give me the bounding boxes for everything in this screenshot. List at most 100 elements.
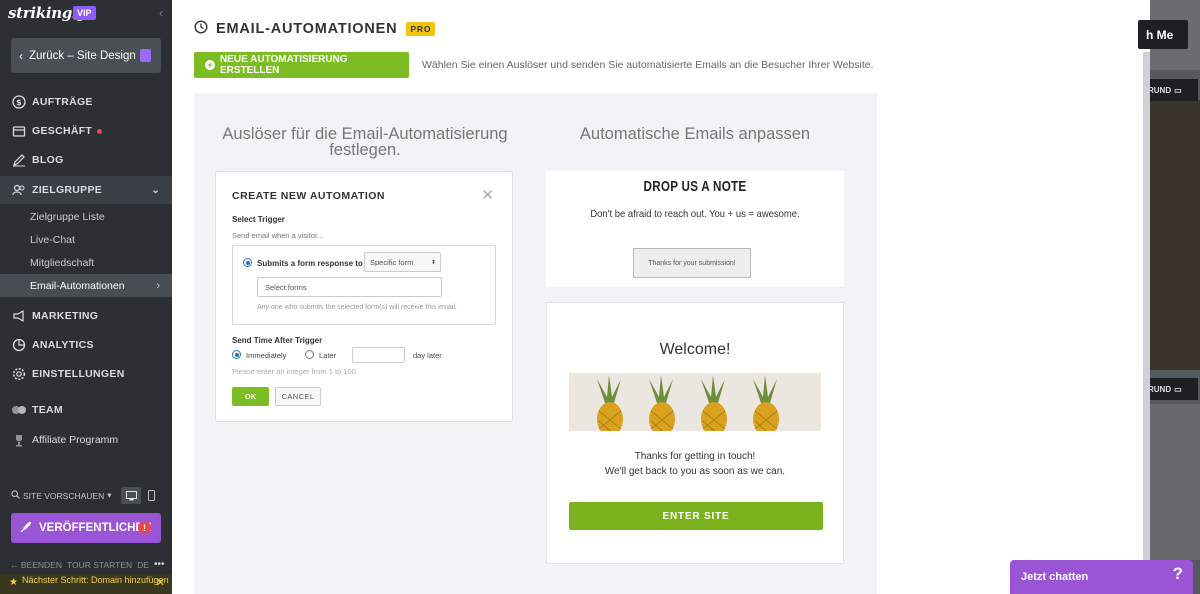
rocket-icon [20,521,32,536]
pen-icon [11,152,27,168]
caret-down-icon: ▾ [107,490,112,500]
new-automation-button[interactable]: + NEUE AUTOMATISIERUNG ERSTELLEN [194,52,409,78]
notification-dot [97,128,103,134]
immediately-label: Immediately [246,351,287,360]
new-automation-label: NEUE AUTOMATISIERUNG ERSTELLEN [219,54,348,76]
chevron-down-icon: ⌄ [151,184,160,196]
modal-title: CREATE NEW AUTOMATION [232,190,386,202]
collapse-sidebar-icon[interactable]: ‹ [159,6,163,20]
select-arrows-icon: ⬍ [430,259,436,266]
days-input[interactable] [352,347,405,363]
next-step-label: Nächster Schritt: Domain hinzufügen [22,575,169,585]
nav-item-geschaeft[interactable]: GESCHÄFT [0,117,172,145]
publish-alert-badge: ! [138,521,151,534]
page-title-text: EMAIL-AUTOMATIONEN [216,21,398,37]
immediately-radio[interactable] [232,350,241,359]
megaphone-icon [11,308,27,324]
sub-label: Email-Automationen [30,279,125,292]
background-label: RUND [1148,384,1172,394]
search-icon [11,490,20,501]
nav-label: TEAM [32,404,63,416]
nav-label: EINSTELLUNGEN [32,368,125,380]
team-icon [11,402,27,418]
sub-item-email-automationen[interactable]: Email-Automationen › [0,274,172,297]
gear-icon [11,366,27,382]
sub-item-mitgliedschaft[interactable]: Mitgliedschaft [0,251,172,274]
store-icon [11,123,27,139]
nav-item-einstellungen[interactable]: EINSTELLUNGEN [0,360,172,388]
language-link[interactable]: DE [137,560,149,570]
close-icon[interactable]: ✕ [156,578,165,589]
trigger-box: Submits a form response to Specific form… [232,245,496,325]
sub-label: Zielgruppe Liste [30,210,105,223]
nav-label: GESCHÄFT [32,125,93,137]
later-label: Later [319,351,337,360]
nav-item-analytics[interactable]: ANALYTICS [0,331,172,359]
contact-me-button[interactable]: h Me [1138,20,1188,49]
scrollbar[interactable] [1143,52,1150,594]
exit-link[interactable]: ← BEENDEN [10,560,62,570]
clock-icon [194,20,208,38]
nav-label: ANALYTICS [32,339,94,351]
submits-form-radio[interactable] [243,258,252,267]
live-chat-widget[interactable]: Jetzt chatten ? [1010,560,1193,594]
form-hint-text: Any one who submits the selected form(s)… [257,304,457,311]
dollar-circle-icon: $ [11,94,27,110]
sub-item-live-chat[interactable]: Live-Chat [0,228,172,251]
exit-label: BEENDEN [20,559,62,570]
page-icon [140,49,151,62]
background-label: RUND [1148,85,1172,95]
email2-welcome: Welcome! [659,341,731,358]
nav-item-auftraege[interactable]: $ AUFTRÄGE [0,88,172,116]
next-step-banner[interactable]: ★ Nächster Schritt: Domain hinzufügen ✕ [0,574,172,594]
sidebar: strikingly VIP ‹ ‹ Zurück – Site Design … [0,0,172,594]
device-toggle [121,487,161,504]
pie-chart-icon [11,337,27,353]
svg-text:$: $ [16,98,22,107]
send-time-label: Send Time After Trigger [232,336,323,345]
close-icon[interactable]: ✕ [481,186,494,204]
more-icon[interactable]: ••• [154,559,165,570]
integer-hint: Please enter an integer from 1 to 100. [232,367,358,376]
background-photo [1150,100,1200,370]
sub-item-zielgruppe-liste[interactable]: Zielgruppe Liste [0,205,172,228]
later-radio[interactable] [305,350,314,359]
form-type-value: Specific form [370,257,414,267]
tour-link[interactable]: TOUR STARTEN [67,560,132,570]
email-preview-contact[interactable]: DROP US A NOTE Don't be afraid to reach … [546,171,844,287]
emails-heading: Automatische Emails anpassen [579,125,811,143]
nav-item-team[interactable]: TEAM [0,396,172,424]
background-edit-button[interactable]: RUND ▭ [1143,79,1198,101]
plus-circle-icon: + [205,60,215,70]
back-to-site-design-button[interactable]: ‹ Zurück – Site Design [11,38,161,73]
create-automation-modal: CREATE NEW AUTOMATION ✕ Select Trigger S… [215,171,513,422]
pro-badge: PRO [406,22,436,36]
nav-item-zielgruppe[interactable]: ZIELGRUPPE ⌄ [0,176,172,204]
pineapples-image [569,373,821,431]
background-edit-button-2[interactable]: RUND ▭ [1143,378,1198,400]
background-photo-lower [1150,404,1200,560]
ok-button[interactable]: OK [232,387,269,406]
chat-label: Jetzt chatten [1021,571,1089,583]
cancel-button[interactable]: CANCEL [275,387,321,406]
trigger-heading: Auslöser für die Email-Automatisierung f… [222,125,508,159]
select-forms-input[interactable]: Select forms [257,277,442,297]
form-type-select[interactable]: Specific form ⬍ [364,252,441,272]
day-later-label: day later [413,351,442,360]
nav-label: MARKETING [32,310,99,322]
nav-item-affiliate[interactable]: Affiliate Programm [0,426,172,454]
publish-button[interactable]: VERÖFFENTLICHEN ! [11,513,161,543]
site-preview-dropdown[interactable]: SITE VORSCHAUEN ▾ [11,490,112,501]
nav-item-marketing[interactable]: MARKETING [0,302,172,330]
sidebar-footer: ← BEENDEN TOUR STARTEN DE ••• [10,559,164,570]
mobile-icon[interactable] [141,487,161,504]
email1-subtitle: Don't be afraid to reach out. You + us =… [590,208,800,220]
desktop-icon[interactable] [121,487,141,504]
vip-badge: VIP [73,6,96,20]
email-preview-welcome[interactable]: Welcome! Thanks for getting in touch! We… [546,302,844,564]
audience-icon [11,182,27,198]
back-button-label: Zurück – Site Design [29,49,136,62]
nav-item-blog[interactable]: BLOG [0,146,172,174]
sub-label: Live-Chat [30,233,75,246]
star-icon: ★ [9,577,18,588]
